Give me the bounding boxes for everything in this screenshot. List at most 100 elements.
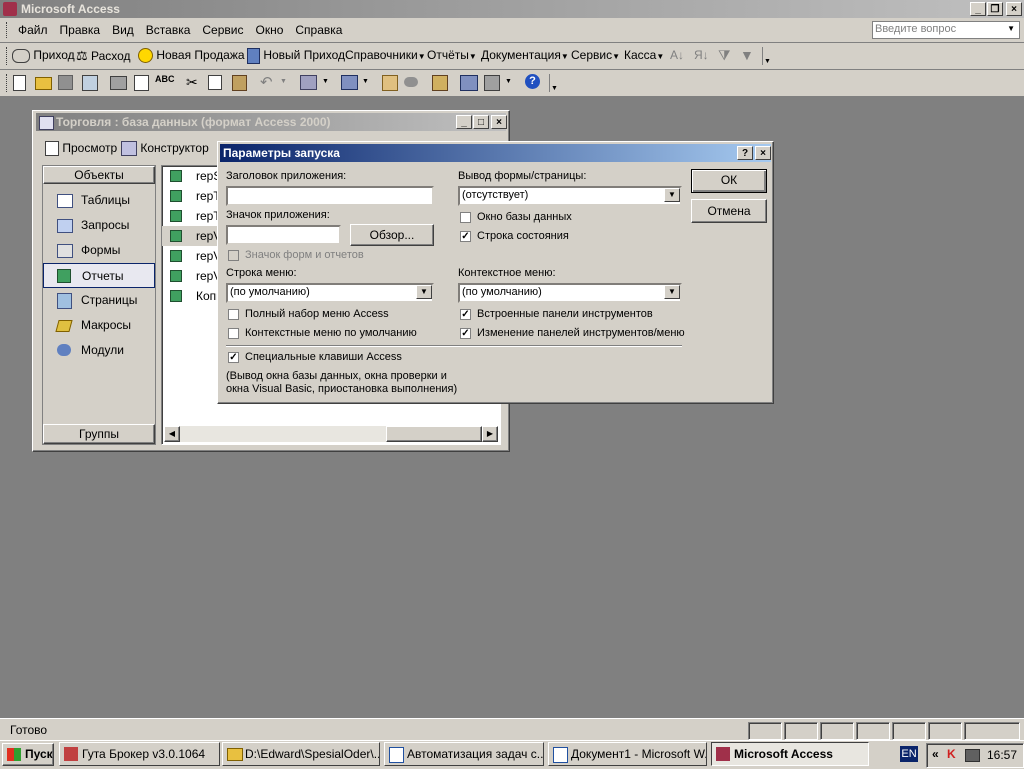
object-item-reports[interactable]: Отчеты <box>43 263 155 288</box>
chevron-down-icon[interactable]: ▼ <box>505 78 512 85</box>
menu-tools[interactable]: Сервис <box>196 23 249 37</box>
default-shortcut-option[interactable]: Контекстные меню по умолчанию <box>228 327 417 339</box>
toolbar-cash-menu[interactable]: Касса▼ <box>624 48 664 62</box>
db-window-option[interactable]: Окно базы данных <box>460 211 572 223</box>
code-icon[interactable] <box>382 75 398 91</box>
browse-button[interactable]: Обзор... <box>350 224 434 246</box>
copy-icon[interactable] <box>208 75 222 90</box>
scroll-thumb[interactable] <box>386 426 482 442</box>
print-preview-icon[interactable] <box>134 75 149 91</box>
relationships-icon[interactable] <box>460 75 478 91</box>
groups-button[interactable]: Группы <box>43 424 155 444</box>
db-design-button[interactable]: Конструктор <box>121 141 209 157</box>
object-item-tables[interactable]: Таблицы <box>43 188 155 213</box>
db-close-button[interactable]: × <box>491 115 507 129</box>
db-preview-button[interactable]: Просмотр <box>45 141 117 157</box>
full-menus-option[interactable]: Полный набор меню Access <box>228 308 389 320</box>
minimize-button[interactable]: _ <box>970 2 986 16</box>
chevron-down-icon[interactable]: ▼ <box>664 188 680 202</box>
chevron-down-icon[interactable]: ▼ <box>416 285 432 299</box>
open-icon[interactable] <box>35 77 52 90</box>
script-icon[interactable] <box>404 77 418 87</box>
object-item-forms[interactable]: Формы <box>43 238 155 263</box>
chevron-down-icon[interactable]: ▼ <box>664 285 680 299</box>
menu-file[interactable]: Файл <box>12 23 54 37</box>
toolbar-changes-option[interactable]: ✓ Изменение панелей инструментов/меню <box>460 327 685 339</box>
ok-button[interactable]: ОК <box>691 169 767 193</box>
app-title-input[interactable] <box>226 186 434 206</box>
toolbar-directories-menu[interactable]: Справочники▼ <box>345 48 426 62</box>
menu-insert[interactable]: Вставка <box>140 23 197 37</box>
taskbar-button-guta[interactable]: Гута Брокер v3.0.1064 <box>59 742 220 766</box>
new-icon[interactable] <box>13 75 26 91</box>
dialog-help-button[interactable]: ? <box>737 146 753 160</box>
object-item-pages[interactable]: Страницы <box>43 288 155 313</box>
horizontal-scrollbar[interactable]: ◀ ▶ <box>164 426 498 442</box>
scroll-left-button[interactable]: ◀ <box>164 426 180 442</box>
search-icon[interactable] <box>82 75 98 91</box>
taskbar-button-explorer[interactable]: D:\Edward\SpesialOder\... <box>222 742 380 766</box>
tray-expand-icon[interactable]: « <box>932 747 939 761</box>
object-item-queries[interactable]: Запросы <box>43 213 155 238</box>
status-bar-checkbox: ✓ <box>460 230 471 242</box>
close-button[interactable]: × <box>1006 2 1022 16</box>
db-maximize-button[interactable]: □ <box>473 115 489 129</box>
menu-edit[interactable]: Правка <box>54 23 107 37</box>
toolbar-overflow-button[interactable]: ▼ <box>762 47 772 65</box>
toolbar-overflow-button[interactable]: ▼ <box>549 74 559 92</box>
toolbar-documentation-menu[interactable]: Документация▼ <box>481 48 569 62</box>
special-keys-option[interactable]: ✓ Специальные клавиши Access <box>228 351 402 363</box>
restore-button[interactable]: ❐ <box>987 2 1003 16</box>
taskbar-button-document1[interactable]: Документ1 - Microsoft W... <box>548 742 707 766</box>
cancel-button[interactable]: Отмена <box>691 199 767 223</box>
help-icon[interactable]: ? <box>525 74 540 89</box>
toolbar-service-menu[interactable]: Сервис▼ <box>571 48 620 62</box>
app-icon-input[interactable] <box>226 225 341 245</box>
status-bar-option[interactable]: ✓ Строка состояния <box>460 230 569 242</box>
start-button[interactable]: Пуск <box>2 743 54 766</box>
cut-icon[interactable]: ✂ <box>186 74 198 91</box>
scroll-right-button[interactable]: ▶ <box>482 426 498 442</box>
antivirus-icon[interactable]: K <box>947 747 956 761</box>
toolbar-reports-menu[interactable]: Отчёты▼ <box>427 48 477 62</box>
menubar-select[interactable]: (по умолчанию) ▼ <box>226 283 434 303</box>
toolbar-prihod-button[interactable]: Приход <box>12 48 75 63</box>
object-item-macros[interactable]: Макросы <box>43 313 155 338</box>
help-search-input[interactable]: Введите вопрос ▼ <box>872 21 1020 39</box>
builtin-toolbars-option[interactable]: ✓ Встроенные панели инструментов <box>460 308 653 320</box>
print-icon[interactable] <box>110 76 127 90</box>
language-indicator[interactable]: EN <box>900 746 918 762</box>
filter-selection-icon[interactable]: ⧩ <box>718 47 731 64</box>
toolbar-new-sale-button[interactable]: Новая Продажа <box>138 48 245 64</box>
toolbar-new-income-button[interactable]: Новый Приход <box>247 48 345 64</box>
display-form-select[interactable]: (отсутствует) ▼ <box>458 186 682 206</box>
chevron-down-icon[interactable]: ▼ <box>280 78 287 85</box>
new-object-icon[interactable] <box>484 75 500 91</box>
dialog-close-button[interactable]: × <box>755 146 771 160</box>
undo-icon[interactable]: ↶ <box>260 73 273 91</box>
toolbar-rashod-button[interactable]: ⚖ Расход <box>76 48 131 64</box>
spelling-icon[interactable]: ABC <box>155 74 175 84</box>
chevron-down-icon[interactable]: ▼ <box>322 78 329 85</box>
taskbar-button-access[interactable]: Microsoft Access <box>711 742 869 766</box>
menu-view[interactable]: Вид <box>106 23 140 37</box>
taskbar-button-automation[interactable]: Автоматизация задач с... <box>384 742 544 766</box>
object-item-modules[interactable]: Модули <box>43 338 155 363</box>
objects-header-button[interactable]: Объекты <box>43 166 155 184</box>
paste-icon[interactable] <box>232 75 247 91</box>
office-links-icon[interactable] <box>300 75 317 90</box>
chevron-down-icon[interactable]: ▼ <box>362 78 369 85</box>
menu-help[interactable]: Справка <box>289 23 348 37</box>
shortcut-menu-select[interactable]: (по умолчанию) ▼ <box>458 283 682 303</box>
properties-icon[interactable] <box>432 75 448 91</box>
network-icon[interactable] <box>965 749 980 762</box>
analyze-icon[interactable] <box>341 75 358 90</box>
menu-window[interactable]: Окно <box>249 23 289 37</box>
query-icon <box>57 219 73 233</box>
use-icon-option[interactable]: Значок форм и отчетов <box>228 249 364 261</box>
save-icon[interactable] <box>58 75 73 90</box>
filter-icon[interactable]: ▼ <box>740 47 754 63</box>
db-minimize-button[interactable]: _ <box>456 115 472 129</box>
sort-desc-icon[interactable]: Я↓ <box>694 48 709 62</box>
sort-asc-icon[interactable]: A↓ <box>670 48 684 62</box>
